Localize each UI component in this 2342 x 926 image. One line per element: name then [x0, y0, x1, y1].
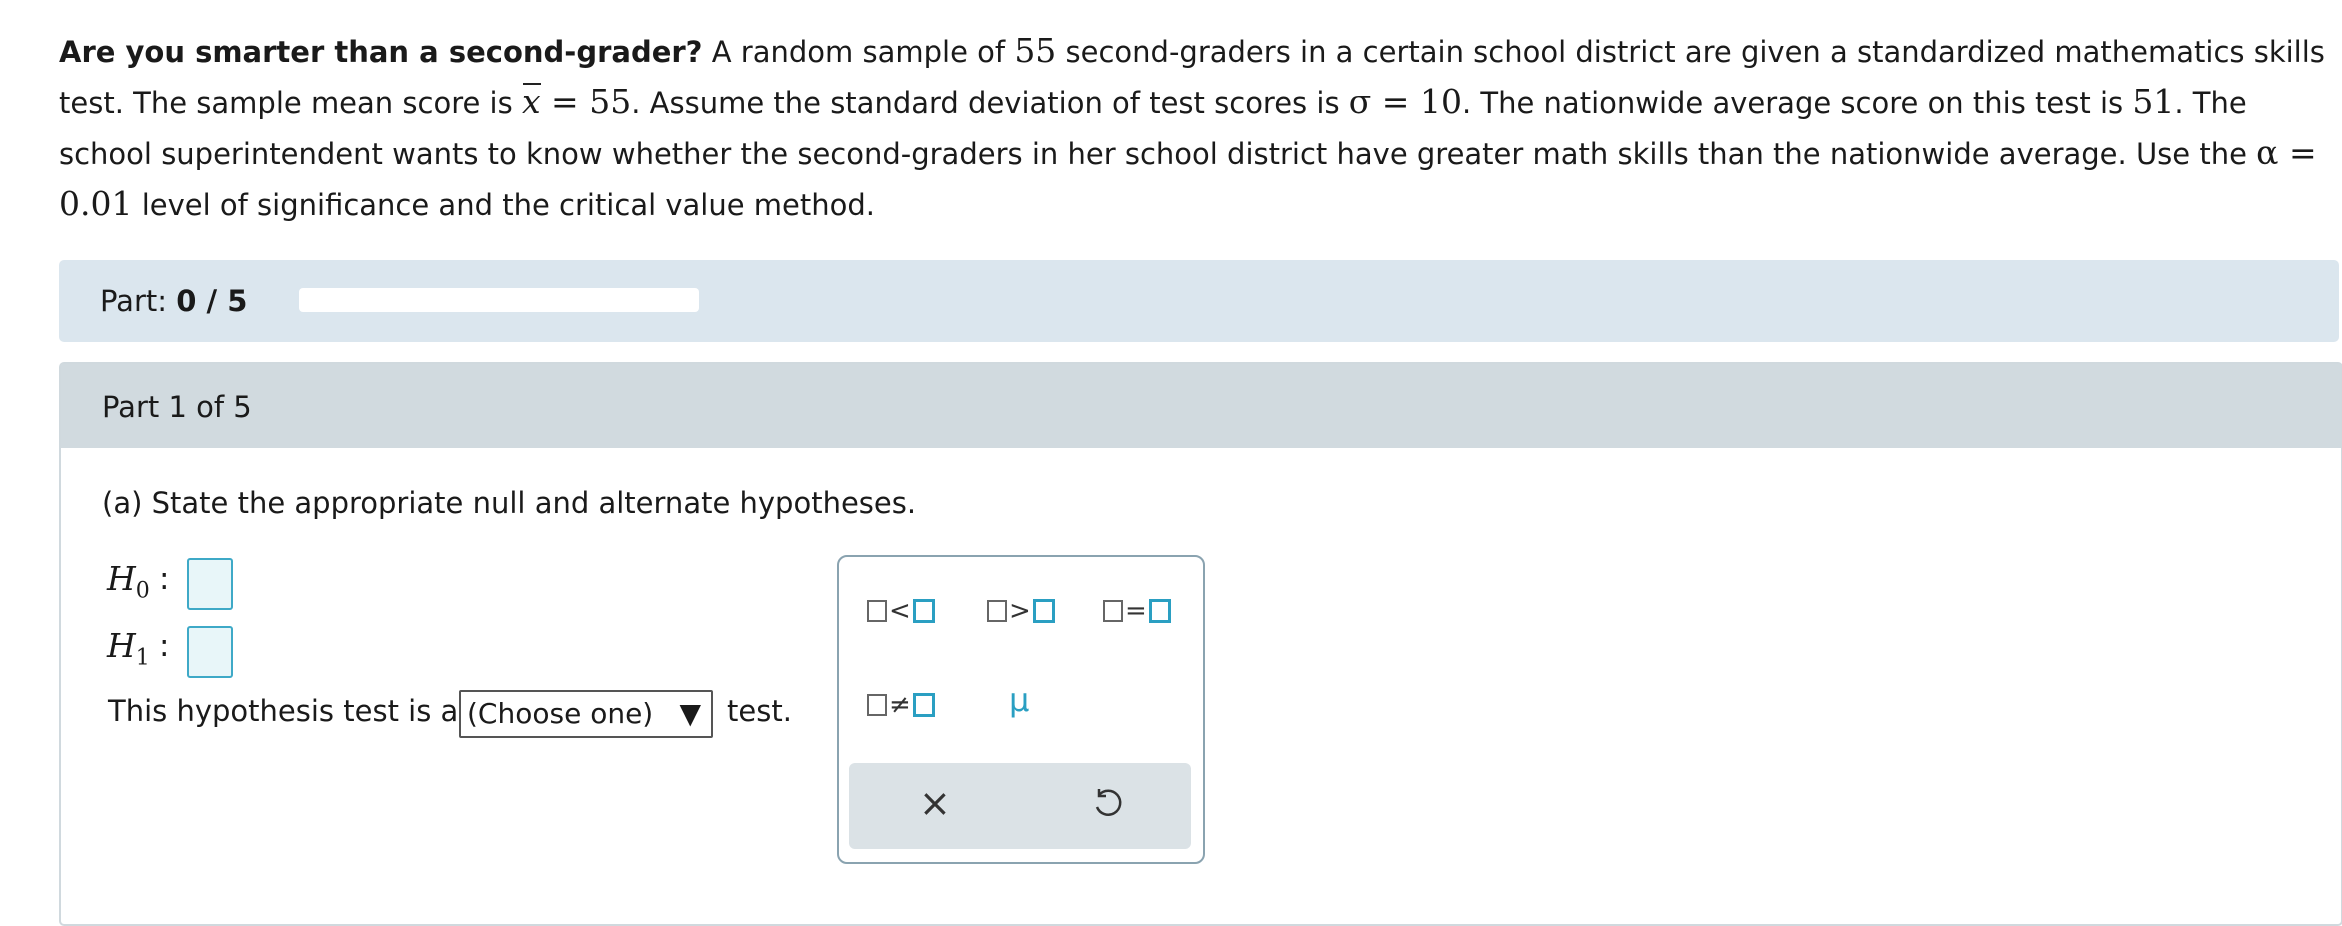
equals-sign: = — [540, 82, 590, 121]
h1-answer-box[interactable] — [187, 626, 233, 678]
h1-subscript: 1 — [135, 645, 150, 671]
less-than-symbol: < — [889, 596, 911, 626]
placeholder-square-icon — [1032, 599, 1055, 623]
alpha-symbol: α — [2256, 133, 2279, 172]
dropdown-arrow-icon: ▼ — [679, 697, 701, 730]
not-equal-button[interactable]: ≠ — [867, 687, 935, 720]
placeholder-square-icon — [867, 694, 887, 716]
part-progress-value: 0 / 5 — [176, 284, 248, 318]
test-type-select-value: (Choose one) — [467, 697, 654, 730]
problem-statement: Are you smarter than a second-grader? A … — [59, 26, 2329, 230]
equals-sign: = — [1371, 82, 1420, 121]
h0-letter: H — [107, 559, 136, 598]
part-header: Part 1 of 5 — [61, 364, 2341, 448]
h0-colon: : — [159, 561, 170, 597]
placeholder-square-icon — [1148, 599, 1171, 623]
national-average: 51 — [2132, 82, 2175, 121]
palette-footer: × — [849, 763, 1191, 849]
h1-colon: : — [159, 628, 170, 664]
close-icon[interactable]: × — [919, 781, 951, 825]
less-than-button[interactable]: < — [867, 593, 935, 626]
sigma-symbol: σ — [1348, 82, 1372, 121]
problem-text: . The nationwide average score on this t… — [1461, 86, 2133, 120]
h1-letter: H — [107, 626, 136, 665]
part-title: Part 1 of 5 — [102, 390, 252, 424]
equals-sign: = — [2278, 133, 2317, 172]
problem-text: . Assume the standard deviation of test … — [631, 86, 1349, 120]
placeholder-square-icon — [912, 599, 935, 623]
problem-title: Are you smarter than a second-grader? — [59, 35, 703, 69]
progress-track — [299, 288, 699, 312]
placeholder-square-icon — [912, 693, 935, 717]
equals-symbol: = — [1125, 596, 1147, 626]
not-equal-symbol: ≠ — [889, 690, 911, 720]
equals-button[interactable]: = — [1103, 593, 1171, 626]
undo-icon-glyph — [1095, 789, 1122, 816]
h0-answer-box[interactable] — [187, 558, 233, 610]
test-type-suffix: test. — [727, 694, 792, 728]
alpha-value: 0.01 — [59, 184, 133, 223]
greater-than-symbol: > — [1009, 596, 1031, 626]
h0-label: H0 — [107, 559, 150, 604]
h1-label: H1 — [107, 626, 150, 671]
question-text: (a) State the appropriate null and alter… — [102, 486, 917, 520]
math-palette: < > = ≠ μ × — [837, 555, 1205, 864]
undo-icon[interactable] — [1089, 785, 1125, 825]
mu-button[interactable]: μ — [1009, 681, 1029, 719]
test-type-prompt: This hypothesis test is a — [108, 694, 459, 728]
part-progress-bar: Part: 0 / 5 — [59, 260, 2339, 342]
problem-text: level of significance and the critical v… — [132, 188, 876, 222]
xbar-symbol: x — [522, 77, 541, 127]
placeholder-square-icon — [1103, 600, 1123, 622]
part-progress-label: Part: 0 / 5 — [100, 284, 247, 318]
test-type-select[interactable]: (Choose one) ▼ — [459, 690, 713, 738]
h0-subscript: 0 — [135, 578, 150, 604]
placeholder-square-icon — [867, 600, 887, 622]
sample-mean: 55 — [589, 82, 632, 121]
greater-than-button[interactable]: > — [987, 593, 1055, 626]
sample-size: 55 — [1014, 31, 1057, 70]
part-progress-text: Part: — [100, 284, 177, 318]
sigma-value: 10 — [1419, 82, 1462, 121]
problem-text: A random sample of — [702, 35, 1015, 69]
placeholder-square-icon — [987, 600, 1007, 622]
